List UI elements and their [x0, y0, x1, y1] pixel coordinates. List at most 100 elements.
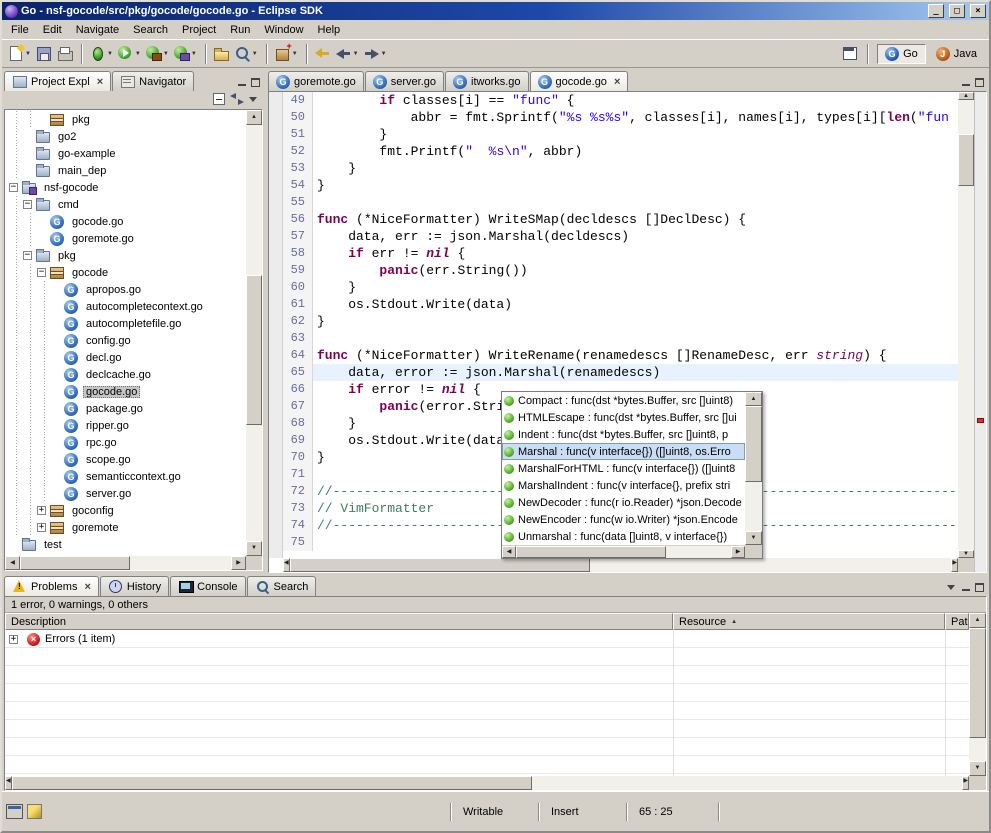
back-button[interactable]: ▼ — [334, 44, 360, 63]
scroll-down-icon[interactable]: ▼ — [969, 761, 986, 776]
scrollbar-track[interactable] — [745, 482, 762, 531]
tree-item[interactable]: −nsf-gocode — [5, 179, 246, 196]
close-icon[interactable]: × — [84, 581, 90, 593]
collapse-all-icon[interactable] — [213, 93, 225, 105]
problems-horizontal-scrollbar[interactable]: ◀ ▶ — [5, 776, 969, 790]
perspective-go[interactable]: GGo — [877, 44, 926, 64]
code-line[interactable]: 53 } — [283, 160, 958, 177]
scroll-down-icon[interactable]: ▼ — [958, 550, 974, 558]
autocomplete-item[interactable]: MarshalIndent : func(v interface{}, pref… — [502, 477, 745, 494]
open-perspective-icon[interactable] — [842, 45, 859, 62]
autocomplete-vertical-scrollbar[interactable]: ▲ ▼ — [745, 392, 762, 545]
scroll-down-icon[interactable]: ▼ — [246, 541, 262, 556]
dropdown-caret-icon[interactable]: ▼ — [107, 51, 113, 57]
scroll-right-icon[interactable]: ▶ — [231, 556, 246, 570]
tree-item[interactable]: semanticcontext.go — [5, 468, 246, 485]
code-line[interactable]: 60 } — [283, 279, 958, 296]
tree-hscrollbar-thumb[interactable] — [20, 556, 130, 570]
tree-item[interactable]: +goconfig — [5, 502, 246, 519]
code-line[interactable]: 52 fmt.Printf(" %s\n", abbr) — [283, 143, 958, 160]
tree-vertical-scrollbar[interactable]: ▲ ▼ — [246, 110, 262, 556]
scrollbar-track[interactable] — [969, 738, 986, 761]
autocomplete-item[interactable]: Unmarshal : func(data []uint8, v interfa… — [502, 528, 745, 545]
autocomplete-item[interactable]: Indent : func(dst *bytes.Buffer, src []u… — [502, 426, 745, 443]
minimize-editor-icon[interactable] — [961, 78, 971, 87]
editor-hscrollbar-thumb[interactable] — [290, 558, 590, 572]
last-edit-location-button[interactable] — [313, 44, 332, 63]
tree-expander-icon[interactable]: + — [37, 506, 46, 515]
menu-item-file[interactable]: File — [4, 22, 36, 38]
code-line[interactable]: 56func (*NiceFormatter) WriteSMap(declde… — [283, 211, 958, 228]
run-external-button[interactable]: ▼ — [144, 44, 170, 63]
autocomplete-item[interactable]: HTMLEscape : func(dst *bytes.Buffer, src… — [502, 409, 745, 426]
menu-item-edit[interactable]: Edit — [36, 22, 69, 38]
scroll-up-icon[interactable]: ▲ — [969, 613, 986, 628]
dropdown-caret-icon[interactable]: ▼ — [292, 51, 298, 57]
code-line[interactable]: 65 data, error := json.Marshal(renamedes… — [283, 364, 958, 381]
code-line[interactable]: 49 if classes[i] == "func" { — [283, 92, 958, 109]
tree-item[interactable]: scope.go — [5, 451, 246, 468]
dropdown-caret-icon[interactable]: ▼ — [353, 51, 359, 57]
tree-item[interactable]: server.go — [5, 485, 246, 502]
scroll-left-icon[interactable]: ◀ — [502, 546, 516, 558]
editor-tab-itworks-go[interactable]: itworks.go — [445, 71, 529, 91]
dropdown-caret-icon[interactable]: ▼ — [381, 51, 387, 57]
maximize-view-icon[interactable] — [251, 78, 260, 87]
code-line[interactable]: 58 if err != nil { — [283, 245, 958, 262]
problems-row[interactable]: +×Errors (1 item) — [5, 630, 969, 648]
tree-item[interactable]: pkg — [5, 111, 246, 128]
dropdown-caret-icon[interactable]: ▼ — [25, 51, 31, 57]
menu-item-project[interactable]: Project — [175, 22, 223, 38]
dropdown-caret-icon[interactable]: ▼ — [135, 51, 141, 57]
tree-item[interactable]: go-example — [5, 145, 246, 162]
annotation-ruler[interactable] — [269, 92, 283, 558]
perspective-java[interactable]: JJava — [928, 44, 985, 64]
view-menu-icon[interactable] — [249, 97, 257, 102]
code-line[interactable]: 54} — [283, 177, 958, 194]
problems-tab-search[interactable]: Search — [247, 576, 317, 596]
error-marker[interactable] — [977, 418, 984, 423]
tree-expander-icon[interactable]: − — [23, 251, 32, 260]
problems-vertical-scrollbar[interactable]: ▲ ▼ — [969, 613, 986, 776]
menu-item-search[interactable]: Search — [126, 22, 175, 38]
code-line[interactable]: 63 — [283, 330, 958, 347]
tree-item[interactable]: main_dep — [5, 162, 246, 179]
tree-item[interactable]: package.go — [5, 400, 246, 417]
tree-item[interactable]: autocompletecontext.go — [5, 298, 246, 315]
tree-item[interactable]: goremote.go — [5, 230, 246, 247]
problems-tab-history[interactable]: History — [100, 576, 169, 596]
scroll-left-icon[interactable]: ◀ — [5, 556, 20, 570]
scroll-right-icon[interactable]: ▶ — [962, 776, 969, 790]
column-header-description[interactable]: Description — [5, 613, 673, 630]
scroll-left-icon[interactable]: ◀ — [5, 776, 12, 790]
problems-tab-console[interactable]: Console — [170, 576, 245, 596]
editor-tab-gocode-go[interactable]: gocode.go× — [530, 71, 629, 91]
minimize-view-icon[interactable] — [961, 583, 971, 592]
fast-view-icon[interactable] — [6, 804, 23, 819]
autocomplete-item[interactable]: MarshalForHTML : func(v interface{}) ([]… — [502, 460, 745, 477]
menu-item-run[interactable]: Run — [223, 22, 257, 38]
editor-body[interactable]: 49 if classes[i] == "func" {50 abbr = fm… — [268, 91, 987, 573]
problems-tab-problems[interactable]: Problems× — [4, 576, 99, 596]
explorer-tab-navigator[interactable]: Navigator — [112, 71, 194, 91]
code-line[interactable]: 51 } — [283, 126, 958, 143]
scroll-up-icon[interactable]: ▲ — [745, 392, 762, 406]
tree-item[interactable]: gocode.go — [5, 383, 246, 400]
autocomplete-horizontal-scrollbar[interactable]: ◀ ▶ — [502, 545, 745, 558]
autocomplete-hscrollbar-thumb[interactable] — [516, 546, 666, 558]
autocomplete-item[interactable]: Marshal : func(v interface{}) ([]uint8, … — [502, 443, 745, 460]
tree-expander-icon[interactable]: + — [37, 523, 46, 532]
tree-item[interactable]: declcache.go — [5, 366, 246, 383]
tree-expander-icon[interactable]: − — [9, 183, 18, 192]
search-button[interactable]: ▼ — [233, 44, 259, 63]
scrollbar-track[interactable] — [532, 776, 963, 790]
dropdown-caret-icon[interactable]: ▼ — [191, 51, 197, 57]
explorer-tab-project-expl[interactable]: Project Expl× — [4, 71, 111, 91]
tree-item[interactable]: +goremote — [5, 519, 246, 536]
column-header-path[interactable]: Path — [945, 613, 969, 630]
save-button[interactable] — [34, 44, 53, 63]
menu-item-window[interactable]: Window — [257, 22, 310, 38]
code-line[interactable]: 62} — [283, 313, 958, 330]
autocomplete-item[interactable]: NewEncoder : func(w io.Writer) *json.Enc… — [502, 511, 745, 528]
minimize-view-icon[interactable] — [237, 78, 247, 87]
